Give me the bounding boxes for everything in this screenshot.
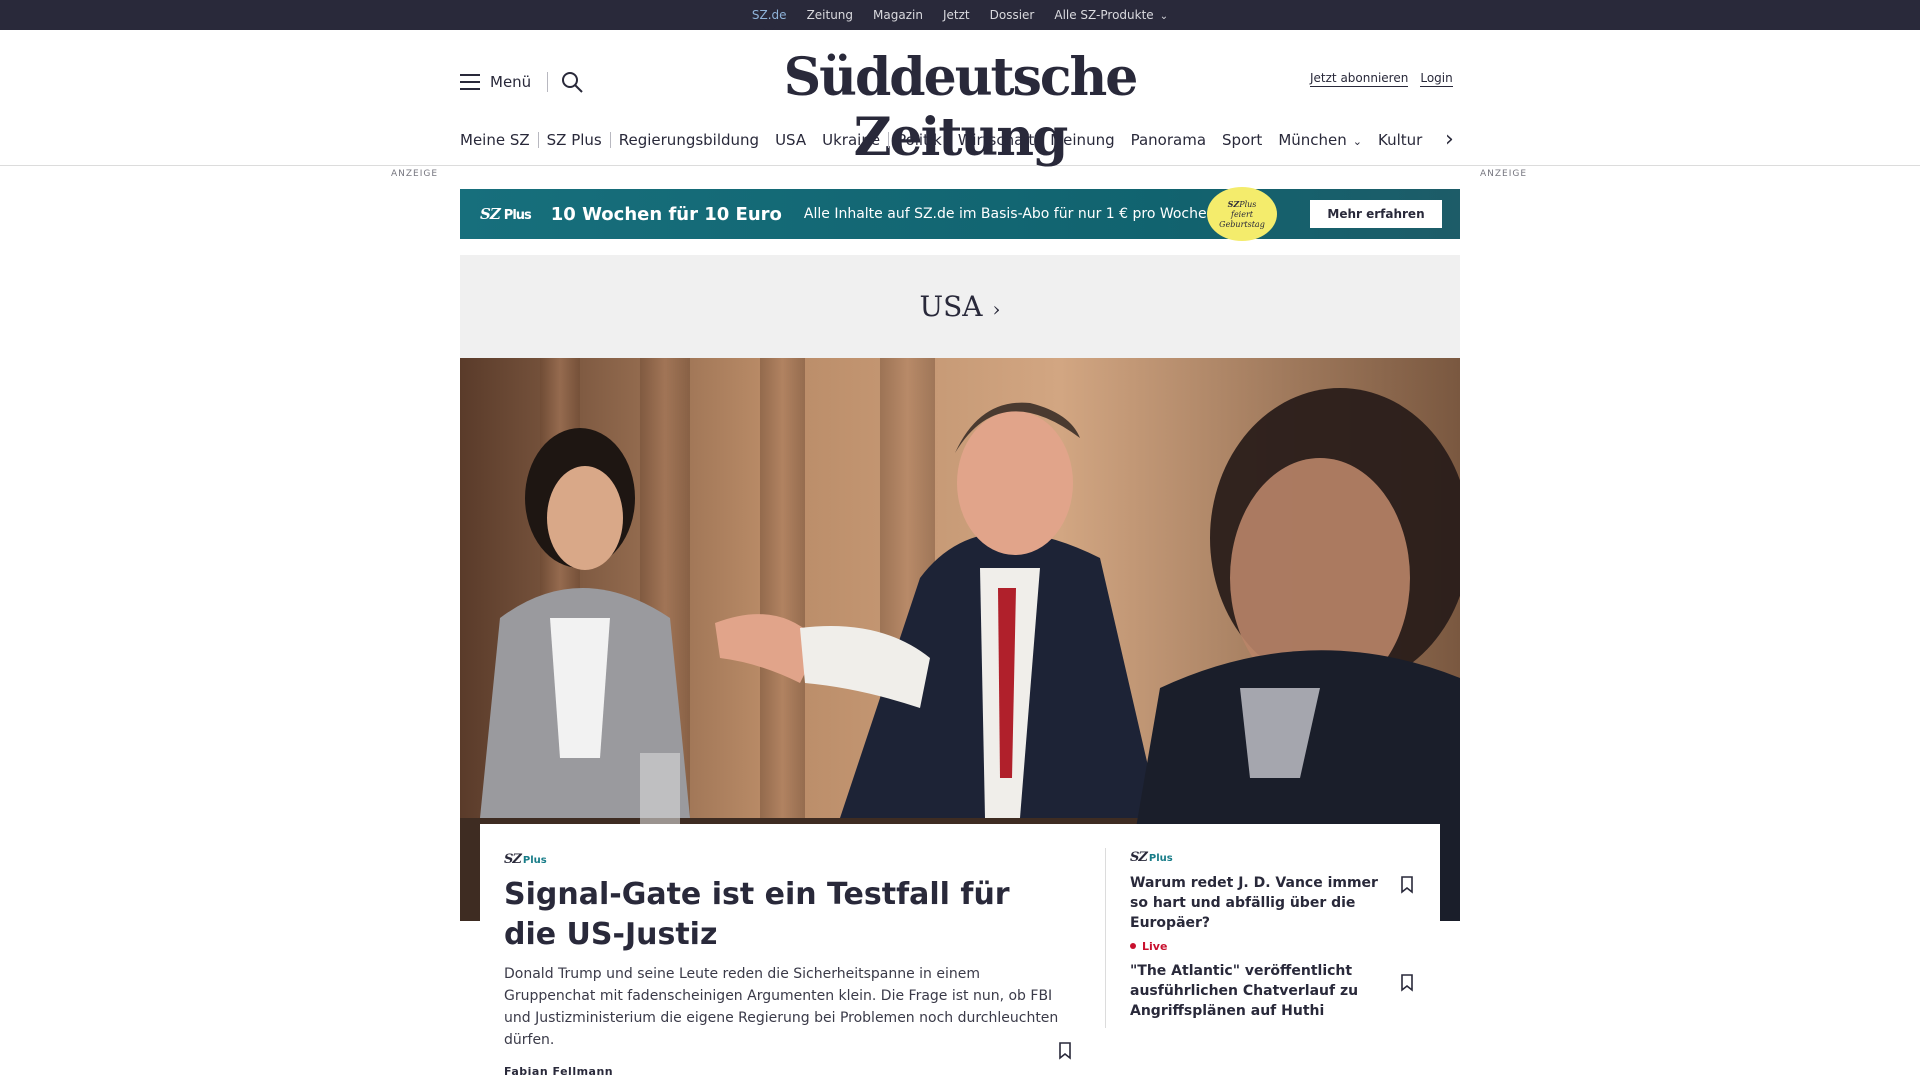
topbar-link-dossier[interactable]: Dossier	[990, 8, 1035, 22]
nav-item-usa[interactable]: USA	[767, 131, 814, 149]
chevron-right-icon: ›	[992, 297, 1001, 321]
ad-brand-plus: Plus	[503, 208, 532, 223]
bookmark-icon[interactable]	[1058, 1042, 1072, 1060]
nav-item-sz-plus[interactable]: SZ Plus	[539, 131, 610, 149]
ad-subline: Alle Inhalte auf SZ.de im Basis-Abo für …	[803, 206, 1212, 222]
top-product-bar: SZ.de Zeitung Magazin Jetzt Dossier Alle…	[0, 0, 1920, 30]
tag-plus: Plus	[522, 855, 547, 866]
search-icon[interactable]	[560, 70, 584, 94]
bookmark-icon[interactable]	[1400, 876, 1414, 894]
ad-brand-sz: SZ	[480, 205, 501, 223]
site-logo[interactable]: Süddeutsche Zeitung	[720, 48, 1200, 168]
bookmark-icon[interactable]	[1400, 974, 1414, 992]
topbar-link-jetzt[interactable]: Jetzt	[943, 8, 970, 22]
nav-item-meine-sz[interactable]: Meine SZ	[460, 131, 538, 149]
site-header: Menü Süddeutsche Zeitung Jetzt abonniere…	[0, 30, 1920, 168]
side-article-live[interactable]: Live "The Atlantic" veröffentlicht ausfü…	[1130, 940, 1398, 1021]
article-card: SZ Plus Signal-Gate ist ein Testfall für …	[480, 824, 1440, 1080]
account-links: Jetzt abonnieren Login	[1310, 71, 1453, 87]
section-title: USA	[919, 290, 983, 323]
badge-brand-plus: Plus	[1239, 199, 1257, 209]
article-author: Fabian Fellmann	[504, 1065, 614, 1078]
badge-line-1: feiert	[1230, 209, 1254, 219]
nav-item-panorama[interactable]: Panorama	[1123, 131, 1214, 149]
sz-plus-ad-banner[interactable]: SZ Plus 10 Wochen für 10 Euro Alle Inhalt…	[460, 187, 1460, 241]
side-article-title[interactable]: "The Atlantic" veröffentlicht ausführlic…	[1130, 961, 1398, 1021]
chevron-down-icon: ⌄	[1159, 11, 1169, 22]
all-products-label: Alle SZ-Produkte	[1054, 8, 1154, 22]
nav-item-ukraine[interactable]: Ukraine	[814, 131, 888, 149]
main-navigation: Meine SZ SZ Plus Regierungsbildung USA U…	[460, 128, 1430, 152]
nav-scroll-right-icon[interactable]: ›	[1445, 127, 1454, 152]
tag-brand: SZ	[1130, 850, 1148, 865]
ad-brand-logo: SZ Plus	[480, 205, 532, 223]
nav-item-wirtschaft[interactable]: Wirtschaft	[950, 131, 1042, 149]
topbar-link-zeitung[interactable]: Zeitung	[807, 8, 853, 22]
badge-brand-sz: SZ	[1227, 198, 1240, 209]
side-article-vance[interactable]: SZ Plus Warum redet J. D. Vance immer so …	[1130, 850, 1398, 933]
main-article-teaser: Donald Trump und seine Leute reden die S…	[504, 966, 1059, 1048]
ad-cta-button[interactable]: Mehr erfahren	[1310, 200, 1442, 228]
nav-item-meinung[interactable]: Meinung	[1042, 131, 1122, 149]
tag-brand: SZ	[504, 852, 522, 867]
hamburger-icon	[460, 74, 480, 90]
topbar-link-szde[interactable]: SZ.de	[752, 8, 787, 22]
live-dot-icon	[1130, 943, 1136, 949]
ad-birthday-badge: SZPlus feiert Geburtstag	[1207, 187, 1277, 241]
column-divider	[1105, 848, 1106, 1028]
live-badge: Live	[1130, 940, 1398, 953]
nav-item-muenchen-label: München	[1278, 131, 1347, 149]
chevron-down-icon: ⌄	[1352, 135, 1362, 148]
nav-item-kultur[interactable]: Kultur	[1370, 131, 1430, 149]
main-article-title[interactable]: Signal-Gate ist ein Testfall für die US-…	[504, 875, 1064, 955]
sz-plus-tag: SZ Plus	[1130, 850, 1398, 865]
side-article-title[interactable]: Warum redet J. D. Vance immer so hart un…	[1130, 873, 1398, 933]
live-label: Live	[1142, 940, 1168, 953]
badge-line-2: Geburtstag	[1219, 219, 1265, 229]
section-title-link[interactable]: USA ›	[920, 290, 1001, 323]
ad-headline: 10 Wochen für 10 Euro	[550, 203, 782, 225]
login-link[interactable]: Login	[1420, 71, 1453, 87]
tag-plus: Plus	[1148, 853, 1173, 864]
ad-label-right: ANZEIGE	[1480, 169, 1528, 179]
divider	[547, 72, 548, 92]
section-header: USA ›	[460, 255, 1460, 358]
badge-brand: SZPlus	[1207, 199, 1277, 210]
nav-item-politik[interactable]: Politik	[889, 131, 950, 149]
nav-item-sport[interactable]: Sport	[1214, 131, 1270, 149]
menu-label: Menü	[490, 73, 532, 91]
sz-plus-tag: SZ Plus	[504, 852, 1064, 867]
menu-button[interactable]: Menü	[460, 73, 531, 91]
main-article[interactable]: SZ Plus Signal-Gate ist ein Testfall für …	[504, 852, 1064, 1078]
subscribe-link[interactable]: Jetzt abonnieren	[1310, 71, 1409, 87]
topbar-link-all-products[interactable]: Alle SZ-Produkte ⌄	[1054, 8, 1168, 22]
ad-label-left: ANZEIGE	[391, 169, 439, 179]
nav-item-regierungsbildung[interactable]: Regierungsbildung	[611, 131, 767, 149]
nav-item-muenchen[interactable]: München ⌄	[1270, 131, 1370, 149]
topbar-link-magazin[interactable]: Magazin	[873, 8, 923, 22]
